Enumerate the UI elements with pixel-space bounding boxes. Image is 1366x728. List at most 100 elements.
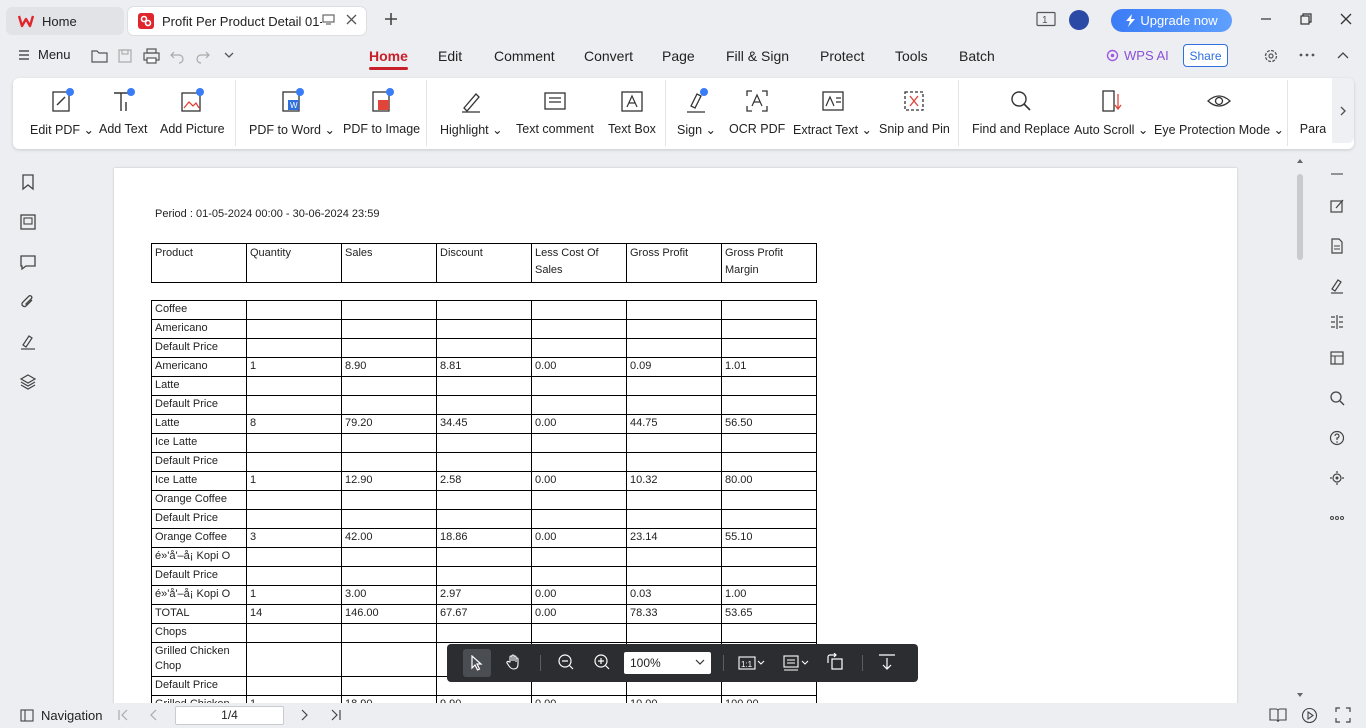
wps-ai-button[interactable]: WPS AI xyxy=(1106,48,1169,63)
reading-mode-icon[interactable] xyxy=(1269,707,1287,723)
quick-access-more-icon[interactable] xyxy=(223,50,235,60)
select-tool-button[interactable] xyxy=(463,649,491,677)
bookmark-icon[interactable] xyxy=(19,173,37,191)
minus-icon[interactable] xyxy=(1329,166,1345,182)
vertical-scrollbar[interactable] xyxy=(1294,158,1306,701)
scroll-down-icon[interactable] xyxy=(1296,692,1304,698)
auto-scroll-button[interactable]: Auto Scroll ⌄ xyxy=(1074,88,1148,144)
navigation-toggle[interactable]: Navigation xyxy=(20,708,102,723)
table-cell: Coffee xyxy=(151,300,247,320)
more-tools-icon[interactable] xyxy=(1329,510,1345,526)
first-page-icon[interactable] xyxy=(117,709,129,721)
ribbon-scroll-right[interactable] xyxy=(1332,78,1354,143)
rotate-icon[interactable] xyxy=(826,653,844,671)
ocr-pdf-button[interactable]: OCR PDF xyxy=(729,88,785,144)
open-folder-icon[interactable] xyxy=(91,48,108,64)
table-cell xyxy=(246,452,342,472)
extract-text-button[interactable]: Extract Text ⌄ xyxy=(793,88,872,144)
fullscreen-icon[interactable] xyxy=(1335,707,1351,723)
attachment-icon[interactable] xyxy=(19,293,37,311)
tab-fill-sign[interactable]: Fill & Sign xyxy=(726,48,789,64)
text-comment-button[interactable]: Text comment xyxy=(516,88,594,144)
menu-button[interactable]: Menu xyxy=(18,47,71,62)
edit-pdf-button[interactable]: Edit PDF ⌄ xyxy=(30,88,94,144)
document-properties-icon[interactable] xyxy=(1329,238,1345,254)
scroll-mode-icon[interactable] xyxy=(878,653,896,671)
monitor-icon[interactable] xyxy=(322,13,335,26)
para-button[interactable]: Para xyxy=(1300,88,1326,144)
find-and-replace-button[interactable]: Find and Replace xyxy=(972,88,1070,144)
search-icon[interactable] xyxy=(1329,390,1345,406)
table-cell: Orange Coffee xyxy=(151,528,247,548)
save-icon[interactable] xyxy=(117,48,133,64)
pdf-to-word-button[interactable]: W PDF to Word ⌄ xyxy=(249,88,335,144)
next-page-icon[interactable] xyxy=(298,709,310,721)
robot-assistant-icon[interactable] xyxy=(1329,470,1345,486)
page-count-icon[interactable]: 1 xyxy=(1036,11,1056,27)
zoom-out-icon[interactable] xyxy=(557,653,575,671)
table-row: Ice Latte 1 12.90 2.58 0.00 10.32 80.00 xyxy=(151,471,817,491)
share-button[interactable]: Share xyxy=(1183,44,1228,67)
table-cell xyxy=(436,547,532,567)
table-cell: Default Price xyxy=(151,395,247,415)
play-slideshow-icon[interactable] xyxy=(1301,707,1318,724)
page-layout-icon[interactable] xyxy=(1329,350,1345,366)
sign-button[interactable]: Sign ⌄ xyxy=(677,88,716,144)
tab-batch[interactable]: Batch xyxy=(959,48,995,64)
tab-document[interactable]: Profit Per Product Detail 01-05 xyxy=(128,7,366,35)
edit-panel-icon[interactable] xyxy=(1329,198,1345,214)
layers-icon[interactable] xyxy=(19,373,37,391)
help-icon[interactable] xyxy=(1329,430,1345,446)
new-tab-icon[interactable] xyxy=(382,10,400,28)
scroll-up-icon[interactable] xyxy=(1296,158,1304,164)
wps-ai-label: WPS AI xyxy=(1124,48,1169,63)
collapse-ribbon-icon[interactable] xyxy=(1336,50,1350,60)
add-text-label: Add Text xyxy=(99,122,148,136)
tab-comment[interactable]: Comment xyxy=(494,48,555,64)
avatar[interactable] xyxy=(1069,10,1089,30)
scrollbar-thumb[interactable] xyxy=(1297,174,1303,260)
split-view-icon[interactable] xyxy=(1329,314,1345,330)
minimize-icon[interactable] xyxy=(1259,12,1273,26)
last-page-icon[interactable] xyxy=(330,709,342,721)
print-icon[interactable] xyxy=(143,48,160,64)
document-viewport[interactable]: Period : 01-05-2024 00:00 - 30-06-2024 2… xyxy=(56,152,1310,703)
text-box-button[interactable]: Text Box xyxy=(608,88,656,144)
zoom-in-icon[interactable] xyxy=(593,653,611,671)
tab-home[interactable]: Home xyxy=(6,7,124,35)
settings-gear-icon[interactable] xyxy=(1263,48,1279,64)
tab-convert[interactable]: Convert xyxy=(584,48,633,64)
tab-home-ribbon[interactable]: Home xyxy=(369,48,408,70)
page-number-input[interactable]: 1/4 xyxy=(175,706,284,725)
tab-protect[interactable]: Protect xyxy=(820,48,864,64)
chevron-right-icon xyxy=(1339,105,1347,117)
snip-and-pin-button[interactable]: Snip and Pin xyxy=(879,88,950,144)
close-window-icon[interactable] xyxy=(1339,12,1353,26)
tab-edit[interactable]: Edit xyxy=(438,48,462,64)
fill-sign-icon[interactable] xyxy=(1329,278,1345,294)
add-picture-button[interactable]: Add Picture xyxy=(160,88,225,144)
redo-icon[interactable] xyxy=(195,48,211,64)
pdf-to-image-button[interactable]: PDF to Image xyxy=(343,88,420,144)
tab-page[interactable]: Page xyxy=(662,48,695,64)
zoom-level-select[interactable]: 100% xyxy=(624,652,711,674)
actual-size-icon[interactable]: 1:1 xyxy=(738,655,766,671)
previous-page-icon[interactable] xyxy=(148,709,160,721)
sign-label: Sign ⌄ xyxy=(677,123,716,137)
table-cell xyxy=(531,395,627,415)
table-cell xyxy=(721,433,817,453)
signature-panel-icon[interactable] xyxy=(19,333,37,351)
eye-protection-button[interactable]: Eye Protection Mode ⌄ xyxy=(1154,88,1284,144)
add-text-button[interactable]: Add Text xyxy=(99,88,147,144)
upgrade-button[interactable]: Upgrade now xyxy=(1111,9,1232,32)
tab-tools[interactable]: Tools xyxy=(895,48,928,64)
undo-icon[interactable] xyxy=(169,48,185,64)
maximize-icon[interactable] xyxy=(1299,12,1313,26)
comments-icon[interactable] xyxy=(19,253,37,271)
close-tab-icon[interactable] xyxy=(345,13,358,26)
thumbnails-icon[interactable] xyxy=(19,213,37,231)
more-options-icon[interactable] xyxy=(1299,52,1315,58)
hand-tool-icon[interactable] xyxy=(505,653,523,671)
highlight-button[interactable]: Highlight ⌄ xyxy=(440,88,503,144)
page-display-icon[interactable] xyxy=(782,654,810,672)
